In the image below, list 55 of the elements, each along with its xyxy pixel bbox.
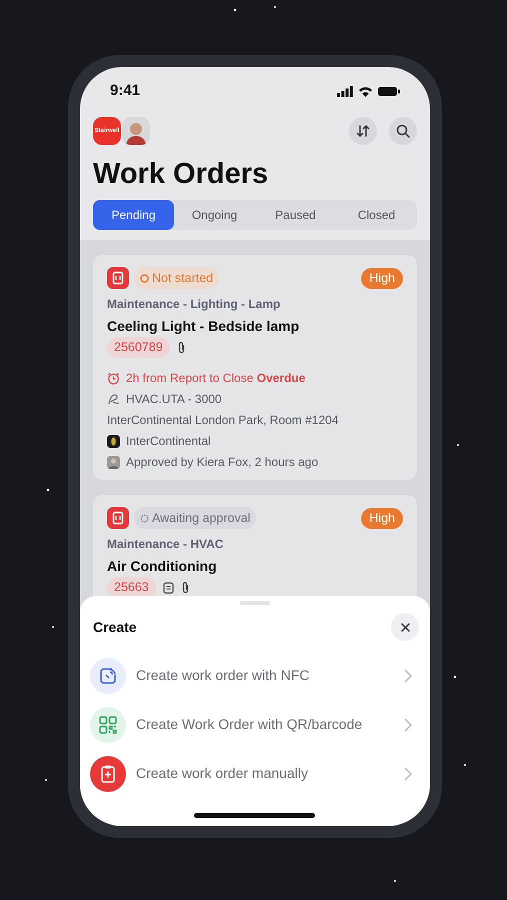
qr-code-icon: [90, 706, 126, 742]
alarm-clock-icon: [107, 372, 120, 384]
option-label: Create Work Order with QR/barcode: [136, 715, 364, 734]
create-option[interactable]: Create work order with NFC: [80, 651, 430, 700]
status-circle-icon: [140, 274, 149, 282]
status-circle-icon: [140, 514, 149, 522]
option-label: Create work order with NFC: [136, 666, 310, 685]
asset-text: HVAC.UTA - 3000: [126, 391, 222, 408]
tab[interactable]: Closed: [336, 200, 417, 230]
note-icon: [162, 582, 174, 594]
work-order-id: 25663: [107, 577, 156, 598]
page-title: Work Orders: [92, 157, 270, 192]
approval-text: Approved by Kiera Fox, 2 hours ago: [126, 454, 318, 471]
tab[interactable]: Paused: [255, 200, 336, 230]
tab[interactable]: Ongoing: [174, 200, 255, 230]
search-button[interactable]: [389, 117, 417, 145]
tab[interactable]: Pending: [93, 200, 174, 230]
sort-button[interactable]: [349, 117, 377, 145]
clipboard-icon: [107, 267, 129, 289]
location-text: InterContinental London Park, Room #1204: [107, 412, 338, 429]
create-option[interactable]: Create work order manually: [80, 749, 430, 798]
priority-badge: High: [361, 508, 403, 528]
chevron-right-icon: [404, 668, 412, 682]
status-label: Not started: [152, 270, 214, 287]
option-label: Create work order manually: [136, 764, 309, 783]
work-order-card[interactable]: [93, 255, 417, 480]
sla-text: 2h from Report to Close Overdue: [126, 370, 306, 387]
close-button[interactable]: [391, 613, 419, 641]
company-text: InterContinental: [126, 433, 211, 450]
clipboard-plus-icon: [90, 756, 126, 792]
avatar-icon: [107, 456, 120, 468]
work-order-category: Maintenance - HVAC: [107, 536, 224, 553]
wifi-icon: [358, 86, 373, 96]
chevron-right-icon: [404, 766, 412, 780]
work-order-title: Ceeling Light - Bedside lamp: [107, 317, 300, 336]
work-order-id: 2560789: [107, 337, 170, 358]
status-label: Awaiting approval: [152, 510, 250, 527]
paperclip-icon: [176, 341, 186, 354]
create-option[interactable]: Create Work Order with QR/barcode: [80, 700, 430, 749]
nfc-icon: [90, 658, 126, 694]
priority-badge: High: [361, 268, 403, 288]
work-order-category: Maintenance - Lighting - Lamp: [107, 296, 282, 313]
status-time: 9:41: [110, 80, 140, 101]
clipboard-icon: [107, 507, 129, 529]
battery-icon: [378, 86, 400, 96]
chevron-right-icon: [404, 718, 412, 732]
avatar-icon: [122, 117, 150, 145]
search-icon: [396, 124, 410, 138]
signal-icon: [337, 86, 353, 96]
work-order-title: Air Conditioning: [107, 557, 218, 576]
sort-icon: [356, 124, 370, 138]
company-logo-icon: [107, 434, 120, 448]
close-icon: [400, 622, 410, 632]
paperclip-icon: [180, 581, 190, 594]
sheet-title: Create: [93, 618, 137, 636]
